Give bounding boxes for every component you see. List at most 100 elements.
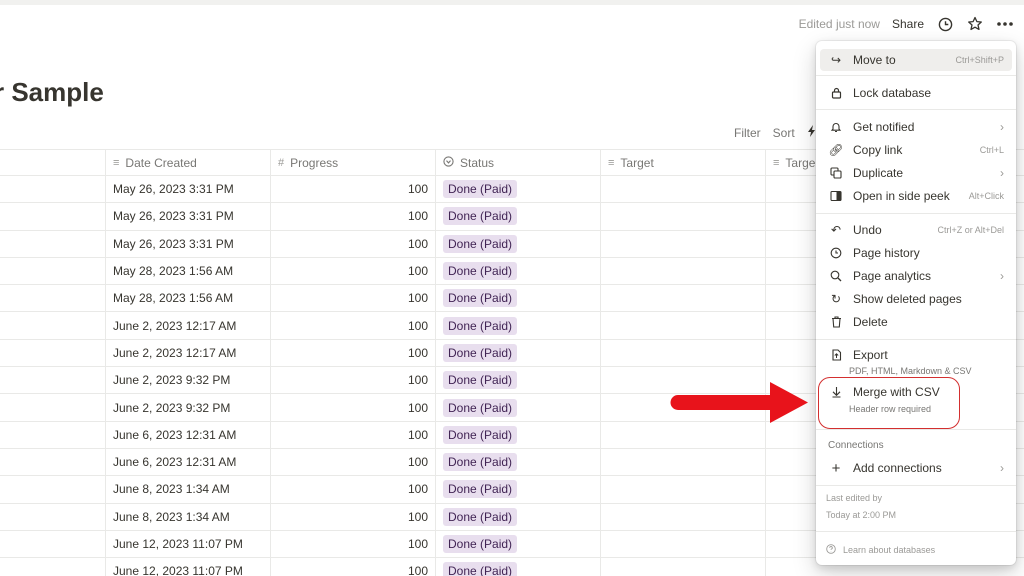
menu-item-get-notified[interactable]: Get notified › bbox=[820, 116, 1012, 138]
hash-icon: # bbox=[278, 156, 285, 169]
status-cell[interactable]: Done (Paid) bbox=[436, 367, 601, 394]
status-cell[interactable]: Done (Paid) bbox=[436, 558, 601, 576]
status-cell[interactable]: Done (Paid) bbox=[436, 176, 601, 203]
status-cell[interactable]: Done (Paid) bbox=[436, 203, 601, 230]
progress-cell[interactable]: 100 bbox=[271, 476, 436, 503]
column-header-target[interactable]: ≡ Target bbox=[601, 150, 766, 175]
date-created-cell[interactable]: June 2, 2023 12:17 AM bbox=[106, 312, 271, 339]
menu-item-move-to[interactable]: ↪ Move to Ctrl+Shift+P bbox=[820, 49, 1012, 71]
name-cell[interactable] bbox=[0, 558, 106, 576]
date-created-cell[interactable]: June 8, 2023 1:34 AM bbox=[106, 476, 271, 503]
status-cell[interactable]: Done (Paid) bbox=[436, 503, 601, 530]
target-cell[interactable] bbox=[601, 312, 766, 339]
target-cell[interactable] bbox=[601, 176, 766, 203]
target-cell[interactable] bbox=[601, 230, 766, 257]
filter-button[interactable]: Filter bbox=[734, 126, 761, 140]
name-cell[interactable] bbox=[0, 176, 106, 203]
progress-cell[interactable]: 100 bbox=[271, 394, 436, 421]
menu-item-export[interactable]: Export bbox=[820, 344, 1012, 366]
target-cell[interactable] bbox=[601, 257, 766, 285]
name-cell[interactable] bbox=[0, 367, 106, 394]
sort-button[interactable]: Sort bbox=[773, 126, 795, 140]
target-cell[interactable] bbox=[601, 285, 766, 312]
menu-item-add-connections[interactable]: + Add connections › bbox=[820, 457, 1012, 479]
target-cell[interactable] bbox=[601, 203, 766, 230]
date-created-cell[interactable]: May 26, 2023 3:31 PM bbox=[106, 176, 271, 203]
progress-cell[interactable]: 100 bbox=[271, 530, 436, 558]
name-cell[interactable] bbox=[0, 503, 106, 530]
menu-item-delete[interactable]: Delete bbox=[820, 311, 1012, 333]
menu-item-undo[interactable]: ↶ Undo Ctrl+Z or Alt+Del bbox=[820, 219, 1012, 241]
progress-cell[interactable]: 100 bbox=[271, 203, 436, 230]
date-created-cell[interactable]: June 8, 2023 1:34 AM bbox=[106, 503, 271, 530]
target-cell[interactable] bbox=[601, 448, 766, 476]
name-cell[interactable] bbox=[0, 312, 106, 339]
progress-cell[interactable]: 100 bbox=[271, 257, 436, 285]
name-cell[interactable] bbox=[0, 203, 106, 230]
progress-cell[interactable]: 100 bbox=[271, 176, 436, 203]
status-cell[interactable]: Done (Paid) bbox=[436, 394, 601, 421]
target-cell[interactable] bbox=[601, 503, 766, 530]
progress-cell[interactable]: 100 bbox=[271, 339, 436, 367]
status-cell[interactable]: Done (Paid) bbox=[436, 421, 601, 448]
share-button[interactable]: Share bbox=[892, 17, 924, 31]
target-cell[interactable] bbox=[601, 530, 766, 558]
name-cell[interactable] bbox=[0, 230, 106, 257]
progress-cell[interactable]: 100 bbox=[271, 448, 436, 476]
progress-cell[interactable]: 100 bbox=[271, 285, 436, 312]
target-cell[interactable] bbox=[601, 558, 766, 576]
name-cell[interactable] bbox=[0, 421, 106, 448]
status-cell[interactable]: Done (Paid) bbox=[436, 312, 601, 339]
menu-item-show-deleted-pages[interactable]: ↻ Show deleted pages bbox=[820, 288, 1012, 310]
more-icon[interactable] bbox=[996, 15, 1014, 33]
progress-cell[interactable]: 100 bbox=[271, 367, 436, 394]
menu-item-copy-link[interactable]: 🔗︎ Copy link Ctrl+L bbox=[820, 139, 1012, 161]
date-created-cell[interactable]: June 6, 2023 12:31 AM bbox=[106, 448, 271, 476]
column-header-name[interactable] bbox=[0, 150, 106, 175]
target-cell[interactable] bbox=[601, 339, 766, 367]
menu-item-page-analytics[interactable]: Page analytics › bbox=[820, 265, 1012, 287]
status-cell[interactable]: Done (Paid) bbox=[436, 339, 601, 367]
date-created-cell[interactable]: May 28, 2023 1:56 AM bbox=[106, 257, 271, 285]
name-cell[interactable] bbox=[0, 339, 106, 367]
menu-item-lock-database[interactable]: Lock database bbox=[820, 82, 1012, 104]
date-created-cell[interactable]: May 28, 2023 1:56 AM bbox=[106, 285, 271, 312]
column-header-status[interactable]: Status bbox=[436, 150, 601, 175]
name-cell[interactable] bbox=[0, 530, 106, 558]
clock-icon[interactable] bbox=[936, 15, 954, 33]
date-created-cell[interactable]: May 26, 2023 3:31 PM bbox=[106, 230, 271, 257]
date-created-cell[interactable]: June 12, 2023 11:07 PM bbox=[106, 558, 271, 576]
status-cell[interactable]: Done (Paid) bbox=[436, 285, 601, 312]
date-created-cell[interactable]: June 2, 2023 9:32 PM bbox=[106, 394, 271, 421]
name-cell[interactable] bbox=[0, 448, 106, 476]
target-cell[interactable] bbox=[601, 421, 766, 448]
name-cell[interactable] bbox=[0, 476, 106, 503]
learn-about-databases-link[interactable]: Learn about databases bbox=[826, 544, 935, 556]
column-header-progress[interactable]: # Progress bbox=[271, 150, 436, 175]
menu-item-open-in-side-peek[interactable]: Open in side peek Alt+Click bbox=[820, 185, 1012, 207]
status-cell[interactable]: Done (Paid) bbox=[436, 476, 601, 503]
status-cell[interactable]: Done (Paid) bbox=[436, 448, 601, 476]
menu-item-page-history[interactable]: Page history bbox=[820, 242, 1012, 264]
name-cell[interactable] bbox=[0, 394, 106, 421]
target-cell[interactable] bbox=[601, 476, 766, 503]
name-cell[interactable] bbox=[0, 257, 106, 285]
progress-cell[interactable]: 100 bbox=[271, 312, 436, 339]
name-cell[interactable] bbox=[0, 285, 106, 312]
status-badge: Done (Paid) bbox=[443, 425, 518, 444]
column-header-date-created[interactable]: ≡ Date Created bbox=[106, 150, 271, 175]
progress-cell[interactable]: 100 bbox=[271, 421, 436, 448]
date-created-cell[interactable]: May 26, 2023 3:31 PM bbox=[106, 203, 271, 230]
date-created-cell[interactable]: June 6, 2023 12:31 AM bbox=[106, 421, 271, 448]
status-cell[interactable]: Done (Paid) bbox=[436, 230, 601, 257]
date-created-cell[interactable]: June 2, 2023 12:17 AM bbox=[106, 339, 271, 367]
progress-cell[interactable]: 100 bbox=[271, 558, 436, 576]
progress-cell[interactable]: 100 bbox=[271, 503, 436, 530]
status-cell[interactable]: Done (Paid) bbox=[436, 257, 601, 285]
date-created-cell[interactable]: June 12, 2023 11:07 PM bbox=[106, 530, 271, 558]
date-created-cell[interactable]: June 2, 2023 9:32 PM bbox=[106, 367, 271, 394]
star-icon[interactable] bbox=[966, 15, 984, 33]
menu-item-duplicate[interactable]: Duplicate › bbox=[820, 162, 1012, 184]
progress-cell[interactable]: 100 bbox=[271, 230, 436, 257]
status-cell[interactable]: Done (Paid) bbox=[436, 530, 601, 558]
